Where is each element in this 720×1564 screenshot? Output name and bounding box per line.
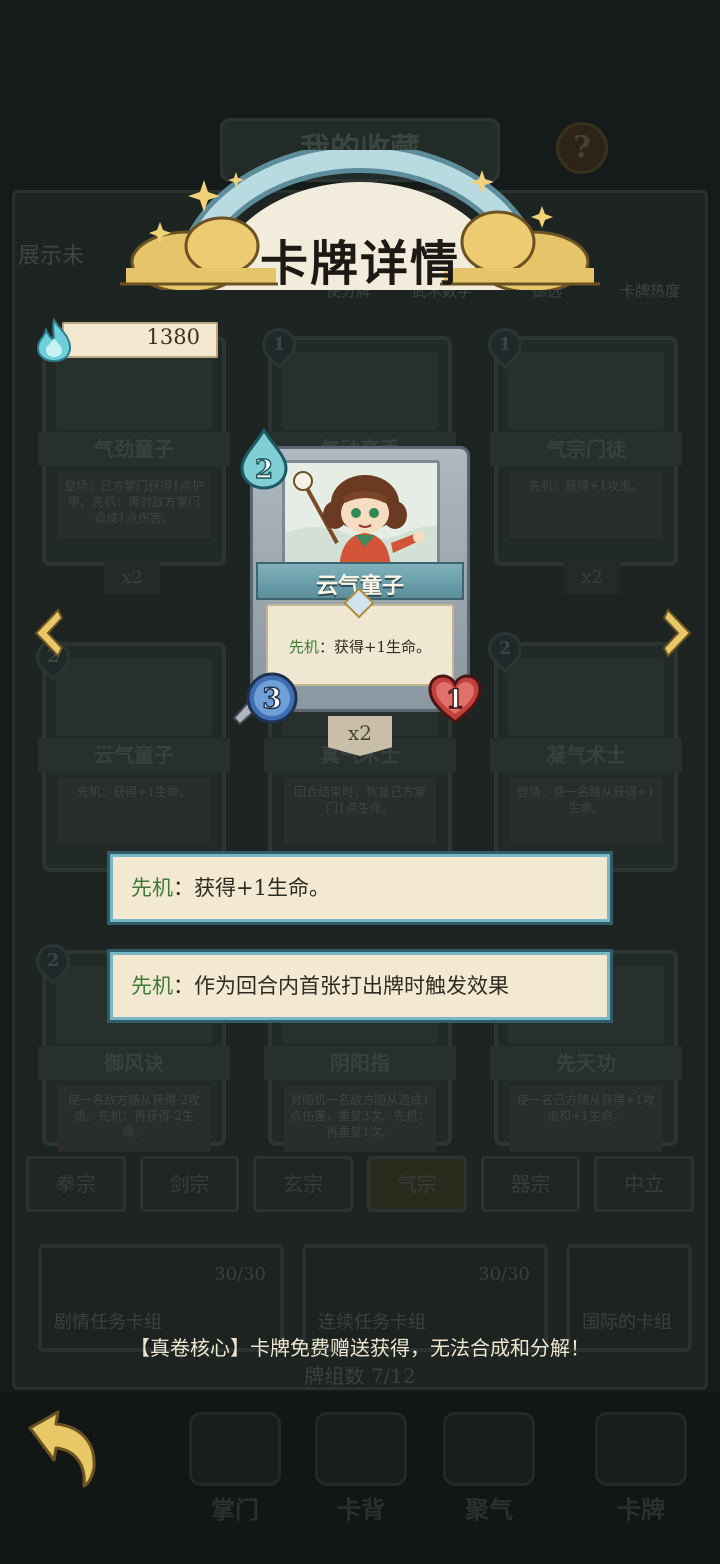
cost-drop-icon: 2 (240, 428, 288, 490)
deck-count: 30/30 (214, 1264, 266, 1285)
card-health: 1 (446, 685, 464, 715)
card-desc: 使一名己方随从获得+1攻击和+1生命。 (510, 1086, 662, 1152)
bottom-nav: 掌门 卡背 聚气 卡牌 (0, 1392, 720, 1564)
back-arrow-icon[interactable] (22, 1406, 106, 1490)
card-desc: 先机：获得+1生命。 (58, 778, 210, 844)
nav-cards[interactable]: 卡牌 (576, 1412, 706, 1532)
page-title: 卡牌详情 (259, 236, 460, 292)
collection-card[interactable]: 凝气术士 登场：使一名随从获得+1生命。 (490, 642, 682, 872)
keyword: 先机 (131, 876, 173, 900)
tab-sect[interactable]: 拳宗 (26, 1156, 126, 1212)
deck-name: 国际的卡组 (582, 1312, 672, 1333)
keyword-info-box: 先机：获得+1生命。 (107, 851, 613, 925)
tab-sect[interactable]: 玄宗 (253, 1156, 354, 1212)
tab-sect[interactable]: 剑宗 (139, 1156, 240, 1212)
cards-icon (595, 1412, 687, 1486)
card-name: 凝气术士 (490, 738, 682, 772)
deck-count: 30/30 (478, 1264, 530, 1285)
spirit-flame-icon (36, 318, 72, 362)
cloud-child-portrait-icon (285, 463, 437, 563)
card-desc: 登场：使一名随从获得+1生命。 (510, 778, 662, 844)
attack-badge-icon: 3 (232, 672, 298, 726)
next-card-arrow-icon[interactable] (658, 606, 698, 660)
currency-value: 1380 (146, 325, 200, 349)
keyword: 先机 (288, 638, 319, 656)
card-art (282, 460, 440, 566)
filter-option[interactable]: 卡牌热度 (620, 280, 680, 301)
copies-count: x2 (347, 721, 372, 745)
card-desc: 回合结束时，恢复己方掌门1点生命。 (284, 778, 436, 844)
deck-name: 剧情任务卡组 (54, 1312, 162, 1333)
card-desc: 先机：获得+1攻击。 (510, 472, 662, 538)
nav-cardback[interactable]: 卡背 (296, 1412, 426, 1532)
keyword: 先机 (131, 974, 173, 998)
card-name: 云气童子 (38, 738, 230, 772)
gather-icon (443, 1412, 535, 1486)
card-cost: 2 (255, 455, 273, 485)
collection-card[interactable]: 气宗门徒 先机：获得+1攻击。 (490, 336, 682, 566)
card-name: 御风诀 (38, 1046, 230, 1080)
master-icon (189, 1412, 281, 1486)
copies-tag: x2 (328, 716, 392, 756)
card-name: 气宗门徒 (490, 432, 682, 466)
collection-card[interactable]: 气劲童子 登场：己方掌门获得1点护甲。先机：再对敌方掌门造成1点伤害。 (38, 336, 230, 566)
show-unowned-toggle[interactable]: 展示未 (18, 238, 84, 270)
copies-tag: x2 (564, 562, 620, 594)
card-name: 阴阳指 (264, 1046, 456, 1080)
tab-sect[interactable]: 气宗 (367, 1156, 467, 1212)
prev-card-arrow-icon[interactable] (28, 606, 68, 660)
card-desc: 登场：己方掌门获得1点护甲。先机：再对敌方掌门造成1点伤害。 (58, 472, 210, 538)
deck-total: 牌组数 7/12 (304, 1364, 416, 1388)
card-attack: 3 (262, 682, 281, 715)
nav-gather[interactable]: 聚气 (424, 1412, 554, 1532)
sect-tabs: 拳宗 剑宗 玄宗 气宗 器宗 中立 (26, 1156, 695, 1212)
keyword-info-box: 先机：作为回合内首张打出牌时触发效果 (107, 949, 613, 1023)
card-desc: 使一名敌方随从获得-2攻击。先机：再获得-2生命。 (58, 1086, 210, 1152)
acquisition-note: 【真卷核心】卡牌免费赠送获得，无法合成和分解！ (130, 1336, 590, 1360)
card-name: 先天功 (490, 1046, 682, 1080)
spirit-currency: 1380 (34, 318, 218, 362)
copies-tag: x2 (104, 562, 160, 594)
nav-master[interactable]: 掌门 (170, 1412, 300, 1532)
card-desc: 对随机一名敌方随从造成1点伤害，重复3次。先机：再重复1次。 (284, 1086, 436, 1152)
cardback-icon (315, 1412, 407, 1486)
health-heart-icon: 1 (428, 674, 482, 724)
card-name: 气劲童子 (38, 432, 230, 466)
tab-sect[interactable]: 中立 (594, 1156, 695, 1212)
collection-card[interactable]: 云气童子 先机：获得+1生命。 (38, 642, 230, 872)
deck-name: 连续任务卡组 (318, 1312, 426, 1333)
tab-sect[interactable]: 器宗 (480, 1156, 581, 1212)
detail-header: 卡牌详情 (118, 150, 602, 292)
